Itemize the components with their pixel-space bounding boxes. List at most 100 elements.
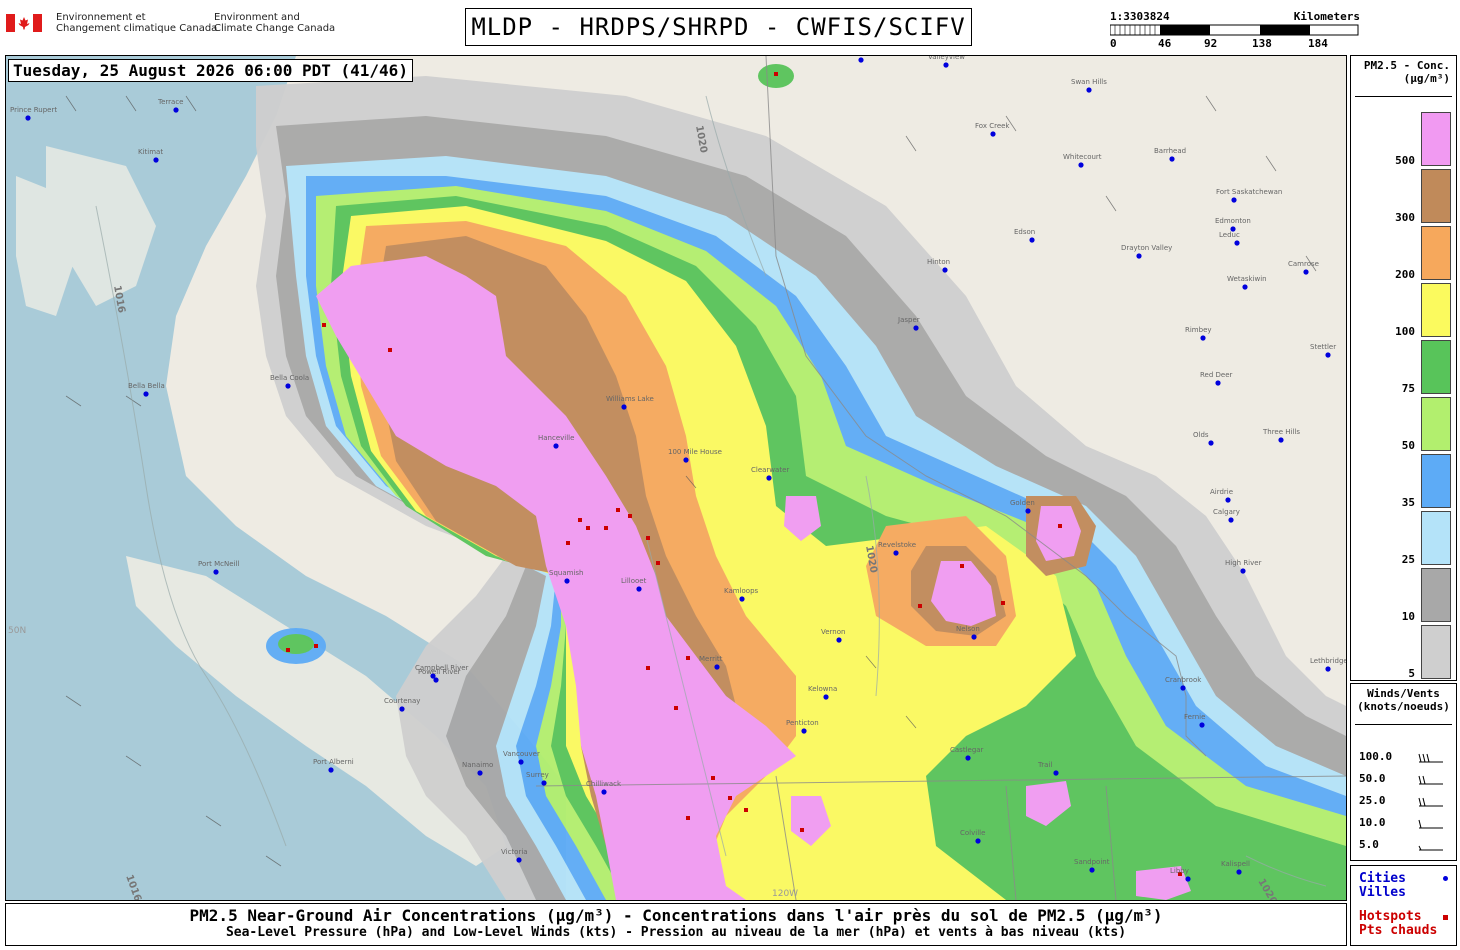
scale-tick: 138 xyxy=(1252,37,1272,50)
legend-bin-label: 75 xyxy=(1401,382,1415,395)
villes-label: Villes xyxy=(1359,885,1406,900)
city-label: Calgary xyxy=(1213,508,1240,516)
wind-barb-icon xyxy=(1418,797,1443,807)
city-label: Port McNeill xyxy=(198,560,239,568)
city-marker xyxy=(1025,508,1031,514)
city-label: Sandpoint xyxy=(1074,858,1110,866)
city-label: Rimbey xyxy=(1185,326,1212,334)
city-marker xyxy=(1234,240,1240,246)
city-label: Trail xyxy=(1037,761,1052,769)
scale-tick: 46 xyxy=(1158,37,1172,50)
city-marker xyxy=(1185,876,1191,882)
city-label: Olds xyxy=(1193,431,1209,439)
gov-name-fr: Environnement et Changement climatique C… xyxy=(56,12,218,34)
city-label: Jasper xyxy=(897,316,920,324)
wind-unit-line: (knots/noeuds) xyxy=(1357,700,1450,713)
smoke-forecast-map[interactable]: 1016 1020 1020 1020 1016 50N 120W Terrac… xyxy=(5,55,1347,901)
city-marker xyxy=(942,267,948,273)
city-label: Vernon xyxy=(821,628,845,636)
city-marker xyxy=(766,475,772,481)
legend-title: PM2.5 - Conc. (µg/m³) xyxy=(1351,56,1456,85)
city-marker xyxy=(564,578,570,584)
city-label: Lillooet xyxy=(621,577,647,585)
city-marker xyxy=(516,857,522,863)
city-marker xyxy=(25,115,31,121)
city-label: Wetaskiwin xyxy=(1227,275,1267,283)
legend-swatch xyxy=(1421,169,1451,223)
legend-swatch xyxy=(1421,397,1451,451)
city-marker xyxy=(173,107,179,113)
city-marker xyxy=(1029,237,1035,243)
city-label: Stettler xyxy=(1310,343,1336,351)
city-label: Chilliwack xyxy=(586,780,622,788)
legend-unit-line: (µg/m³) xyxy=(1403,72,1450,85)
wind-legend: Winds/Vents (knots/noeuds) 100.0 50.0 25.0… xyxy=(1350,683,1457,861)
city-marker xyxy=(553,443,559,449)
city-label: Bella Coola xyxy=(270,374,309,382)
wind-speed-label: 10.0 xyxy=(1359,816,1386,829)
city-label: Valleyview xyxy=(928,56,965,61)
legend-bin-label: 25 xyxy=(1401,553,1415,566)
markers-legend: Cities Villes Hotspots Pts chauds xyxy=(1350,865,1457,946)
legend-swatch xyxy=(1421,340,1451,394)
city-label: Prince Rupert xyxy=(10,106,57,114)
city-label: Whitecourt xyxy=(1063,153,1102,161)
pts-chauds-label: Pts chauds xyxy=(1359,923,1438,938)
city-marker xyxy=(1236,869,1242,875)
city-label: Terrace xyxy=(157,98,183,106)
city-label: Victoria xyxy=(501,848,528,856)
city-label: Edmonton xyxy=(1215,217,1251,225)
city-marker xyxy=(858,57,864,63)
city-marker xyxy=(541,780,547,786)
caption-line-2: Sea-Level Pressure (hPa) and Low-Level W… xyxy=(225,925,1127,940)
city-label: Airdrie xyxy=(1210,488,1233,496)
wind-legend-title: Winds/Vents (knots/noeuds) xyxy=(1351,684,1456,713)
city-marker xyxy=(823,694,829,700)
wind-barb-icon xyxy=(1418,819,1443,829)
wind-barb-icon xyxy=(1418,845,1443,851)
city-marker xyxy=(943,62,949,68)
legend-bin-label: 50 xyxy=(1401,439,1415,452)
city-label: Kitimat xyxy=(138,148,163,156)
city-label: Nelson xyxy=(956,625,980,633)
cities-label: Cities xyxy=(1359,871,1406,886)
city-label: Drayton Valley xyxy=(1121,244,1172,252)
city-marker xyxy=(975,838,981,844)
city-label: Surrey xyxy=(526,771,549,779)
city-label: Barrhead xyxy=(1154,147,1186,155)
city-label: Nanaimo xyxy=(462,761,493,769)
legend-bin-label: 200 xyxy=(1395,268,1415,281)
city-marker xyxy=(1325,666,1331,672)
city-marker xyxy=(1208,440,1214,446)
city-marker xyxy=(971,634,977,640)
city-marker xyxy=(1200,335,1206,341)
government-logo: Environnement et Changement climatique C… xyxy=(6,12,336,42)
city-marker xyxy=(621,404,627,410)
canada-flag-icon xyxy=(6,14,42,32)
city-label: 100 Mile House xyxy=(668,448,722,456)
legend-swatch xyxy=(1421,625,1451,679)
city-label: Cranbrook xyxy=(1165,676,1202,684)
city-marker xyxy=(477,770,483,776)
city-label: Merritt xyxy=(699,655,723,663)
legend-bin-label: 300 xyxy=(1395,211,1415,224)
scale-ratio: 1:3303824 xyxy=(1110,10,1170,23)
city-marker xyxy=(143,391,149,397)
city-label: Golden xyxy=(1010,499,1035,507)
city-marker xyxy=(801,728,807,734)
city-marker xyxy=(1180,685,1186,691)
map-caption: PM2.5 Near-Ground Air Concentrations (µg… xyxy=(5,903,1347,946)
legend-swatch xyxy=(1421,283,1451,337)
city-label: Colville xyxy=(960,829,985,837)
city-label: Port Alberni xyxy=(313,758,354,766)
city-label: Kamloops xyxy=(724,587,759,595)
city-label: Penticton xyxy=(786,719,819,727)
city-label: Clearwater xyxy=(751,466,789,474)
city-label: Three Hills xyxy=(1262,428,1300,436)
legend-bin-label: 500 xyxy=(1395,154,1415,167)
city-label: Courtenay xyxy=(384,697,420,705)
scale-tick: 0 xyxy=(1110,37,1117,50)
forecast-timestamp: Tuesday, 25 August 2026 06:00 PDT (41/46… xyxy=(8,59,413,82)
city-marker xyxy=(1089,867,1095,873)
legend-bin-label: 35 xyxy=(1401,496,1415,509)
